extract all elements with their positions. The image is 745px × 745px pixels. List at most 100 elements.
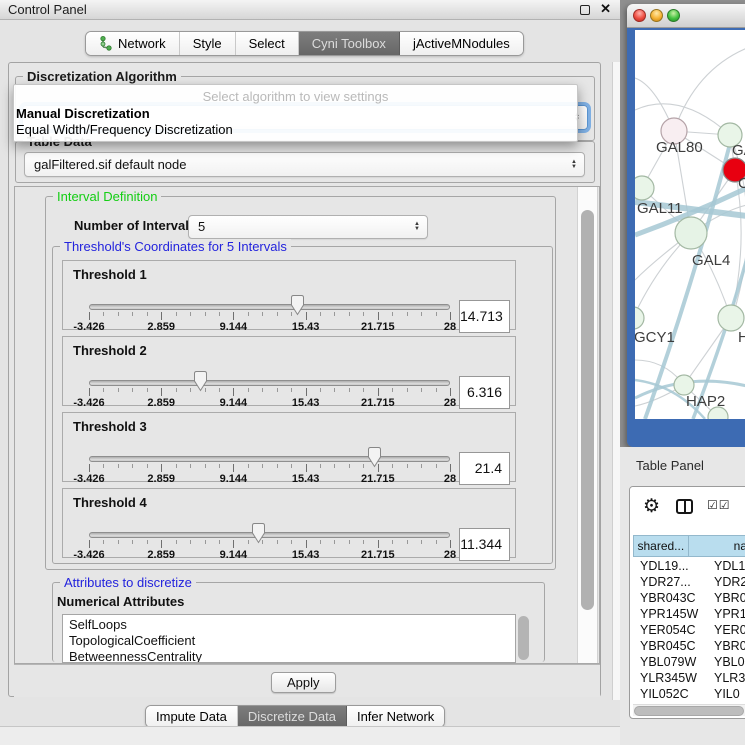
tab-impute-data[interactable]: Impute Data xyxy=(146,706,238,727)
float-window-icon[interactable] xyxy=(580,5,590,15)
panel-right-scroll-strip[interactable] xyxy=(612,62,620,700)
node-gcy1[interactable] xyxy=(635,307,644,329)
scale-label: 2.859 xyxy=(147,397,175,409)
tick-mark xyxy=(190,464,191,468)
tick-mark xyxy=(248,312,249,316)
minimize-traffic-light-icon[interactable] xyxy=(650,9,663,22)
dropdown-item-manual-discretization[interactable]: Manual Discretization xyxy=(14,106,577,122)
network-canvas[interactable]: GAL80GACGAL11GAL4GCY1HHAP2 xyxy=(635,30,745,419)
number-of-intervals-combobox[interactable]: 5 ▲ ▼ xyxy=(188,215,428,239)
tick-mark xyxy=(363,388,364,392)
node-hap2[interactable] xyxy=(674,375,694,395)
cell-shared-name: YIL052C xyxy=(633,686,707,702)
node-right[interactable] xyxy=(718,305,744,331)
tick-mark xyxy=(176,540,177,544)
cell-name: YBR0 xyxy=(707,590,745,606)
scrollbar-thumb[interactable] xyxy=(581,210,594,610)
slider-track[interactable] xyxy=(89,532,450,538)
select-columns-icon[interactable]: ☑☑ xyxy=(707,498,731,512)
tick-mark xyxy=(262,388,263,392)
tab-infer-network[interactable]: Infer Network xyxy=(347,706,444,727)
tick-mark xyxy=(132,464,133,468)
threshold-slider[interactable]: -3.4262.8599.14415.4321.71528 xyxy=(63,413,515,481)
vertical-scrollbar[interactable] xyxy=(577,187,598,663)
scale-label: -3.426 xyxy=(73,549,104,561)
tab-jactivemnodules[interactable]: jActiveMNodules xyxy=(400,32,523,55)
tick-mark xyxy=(378,312,379,320)
slider-thumb[interactable] xyxy=(193,370,208,392)
network-node-label: GAL11 xyxy=(637,200,683,217)
numerical-attributes-list[interactable]: SelfLoopsTopologicalCoefficientBetweenne… xyxy=(62,614,516,663)
table-row[interactable]: YER054C YER0 xyxy=(633,622,745,638)
close-icon[interactable]: ✕ xyxy=(600,1,611,17)
tick-mark xyxy=(392,540,393,544)
apply-button[interactable]: Apply xyxy=(271,672,336,693)
column-header-name[interactable]: na xyxy=(688,535,745,557)
tick-mark xyxy=(407,388,408,392)
threshold-panel: Threshold 4 -3.4262.8599.14415.4321.7152… xyxy=(62,488,516,558)
cell-name: YDL1 xyxy=(707,558,745,574)
column-header-shared-name[interactable]: shared... xyxy=(633,535,688,557)
tab-network[interactable]: Network xyxy=(86,32,180,55)
tab-cyni-toolbox[interactable]: Cyni Toolbox xyxy=(299,32,400,55)
dropdown-item-equal-width[interactable]: Equal Width/Frequency Discretization xyxy=(14,122,577,138)
tab-select[interactable]: Select xyxy=(236,32,299,55)
threshold-value-field[interactable]: 6.316 xyxy=(459,376,510,409)
tick-mark xyxy=(407,464,408,468)
attribute-list-item[interactable]: TopologicalCoefficient xyxy=(63,633,515,649)
table-data-combobox[interactable]: galFiltered.sif default node ▲ ▼ xyxy=(24,152,585,177)
table-row[interactable]: YLR345W YLR3 xyxy=(633,670,745,686)
cell-name: YBL0 xyxy=(707,654,745,670)
threshold-value-field[interactable]: 11.344 xyxy=(459,528,510,561)
slider-track[interactable] xyxy=(89,304,450,310)
slider-thumb[interactable] xyxy=(251,522,266,544)
table-row[interactable]: YDR27... YDR2 xyxy=(633,574,745,590)
slider-track[interactable] xyxy=(89,456,450,462)
attribute-list-item[interactable]: BetweennessCentrality xyxy=(63,649,515,663)
tick-mark xyxy=(248,540,249,544)
threshold-value-field[interactable]: 21.4 xyxy=(459,452,510,485)
gear-icon[interactable]: ⚙ xyxy=(643,495,660,518)
tick-mark xyxy=(176,388,177,392)
threshold-value-field[interactable]: 14.713 xyxy=(459,300,510,333)
tab-style[interactable]: Style xyxy=(180,32,236,55)
network-window-titlebar[interactable] xyxy=(627,4,745,28)
node-gal11[interactable] xyxy=(635,176,654,200)
tick-mark xyxy=(436,388,437,392)
node-hub[interactable] xyxy=(675,217,707,249)
slider-ticks xyxy=(89,464,450,473)
scrollbar-thumb[interactable] xyxy=(634,706,744,716)
close-traffic-light-icon[interactable] xyxy=(633,9,646,22)
slider-scale: -3.4262.8599.14415.4321.71528 xyxy=(89,473,450,485)
slider-thumb[interactable] xyxy=(367,446,382,468)
table-row[interactable]: YIL052C YIL0 xyxy=(633,686,745,702)
scale-label: 9.144 xyxy=(220,473,248,485)
threshold-slider[interactable]: -3.4262.8599.14415.4321.71528 xyxy=(63,261,515,329)
slider-track[interactable] xyxy=(89,380,450,386)
slider-scale: -3.4262.8599.14415.4321.71528 xyxy=(89,397,450,409)
network-icon xyxy=(99,36,113,51)
zoom-traffic-light-icon[interactable] xyxy=(667,9,680,22)
cell-name: YIL0 xyxy=(707,686,745,702)
tick-mark xyxy=(334,540,335,544)
threshold-slider[interactable]: -3.4262.8599.14415.4321.71528 xyxy=(63,337,515,405)
table-row[interactable]: YBR045C YBR0 xyxy=(633,638,745,654)
panel-title: Control Panel xyxy=(8,2,87,17)
threshold-slider[interactable]: -3.4262.8599.14415.4321.71528 xyxy=(63,489,515,557)
numerical-attributes-label: Numerical Attributes xyxy=(57,594,184,609)
attribute-list-item[interactable]: SelfLoops xyxy=(63,617,515,633)
combo-arrows-icon: ▲ ▼ xyxy=(414,222,420,232)
network-view-window[interactable]: GAL80GACGAL11GAL4GCY1HHAP2 xyxy=(627,4,745,447)
table-row[interactable]: YPR145W YPR1 xyxy=(633,606,745,622)
slider-thumb[interactable] xyxy=(290,294,305,316)
attributes-scrollbar-thumb[interactable] xyxy=(518,616,529,660)
algorithm-placeholder: Select algorithm to view settings xyxy=(14,85,577,106)
table-row[interactable]: YBR043C YBR0 xyxy=(633,590,745,606)
table-horizontal-scrollbar[interactable] xyxy=(633,704,745,716)
tick-mark xyxy=(89,312,90,320)
table-row[interactable]: YDL19... YDL1 xyxy=(633,558,745,574)
table-row[interactable]: YBL079W YBL0 xyxy=(633,654,745,670)
scale-label: 9.144 xyxy=(220,397,248,409)
split-view-icon[interactable] xyxy=(676,499,693,514)
tab-discretize-data[interactable]: Discretize Data xyxy=(238,706,347,727)
